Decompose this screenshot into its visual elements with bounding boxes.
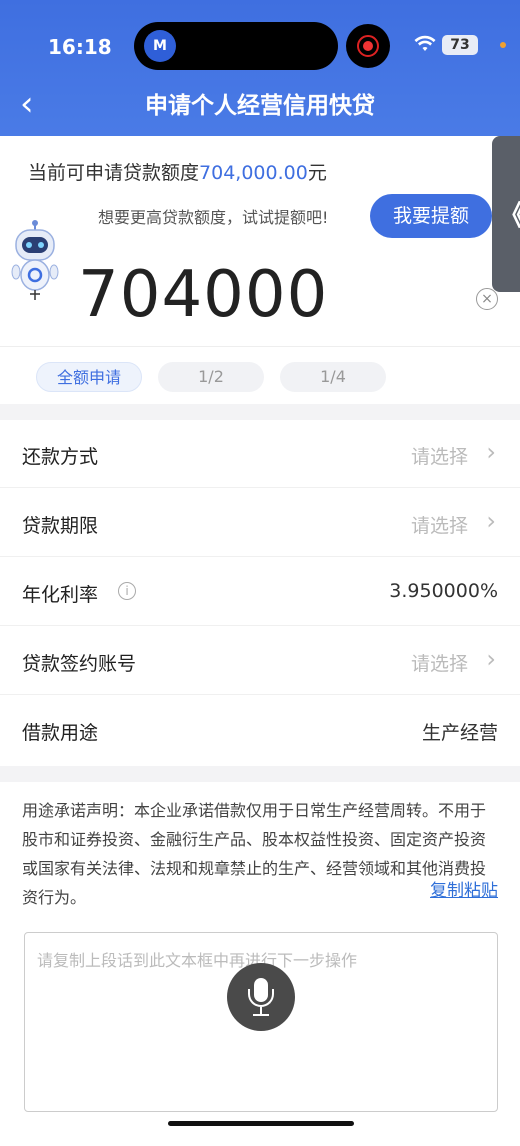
record-icon (357, 35, 379, 57)
amount-card: 当前可申请贷款额度704,000.00元 想要更高贷款额度，试试提额吧! 我要提… (0, 136, 520, 404)
nav-bar: ‹ 申请个人经营信用快贷 (0, 78, 520, 136)
screen-record-indicator (346, 24, 390, 68)
repayment-method-row[interactable]: 还款方式 请选择 › (0, 420, 520, 488)
row-label: 还款方式 (22, 446, 99, 468)
loan-purpose-row: 借款用途 生产经营 (0, 696, 520, 764)
textarea-placeholder: 请复制上段话到此文本框中再进行下一步操作 (37, 951, 358, 970)
divider (0, 346, 520, 347)
chip-quarter[interactable]: 1/4 (280, 362, 386, 392)
privacy-dot (500, 42, 506, 48)
limit-prefix: 当前可申请贷款额度 (28, 162, 200, 184)
row-label: 借款用途 (22, 722, 99, 744)
microphone-icon[interactable] (227, 963, 295, 1031)
raise-hint: 想要更高贷款额度，试试提额吧! (98, 208, 329, 227)
annual-rate-row: 年化利率 i 3.950000% (0, 558, 520, 626)
battery-indicator: 73 (442, 35, 478, 55)
chevron-right-icon: › (486, 438, 496, 466)
limit-suffix: 元 (307, 162, 327, 184)
row-label: 年化利率 (22, 584, 99, 606)
loan-term-row[interactable]: 贷款期限 请选择 › (0, 489, 520, 557)
status-time: 16:18 (48, 35, 112, 59)
copy-paste-link[interactable]: 复制粘贴 (430, 876, 498, 901)
row-value: 3.950000% (389, 580, 498, 602)
chevron-right-icon: › (486, 645, 496, 673)
limit-amount: 704,000.00 (199, 162, 308, 184)
page-title: 申请个人经营信用快贷 (145, 93, 375, 119)
row-value: 生产经营 (421, 722, 498, 744)
row-value: 请选择 (410, 653, 468, 675)
loan-amount-input[interactable]: 704000 (78, 258, 328, 332)
dynamic-island: M (134, 22, 338, 70)
row-label: 贷款期限 (22, 515, 99, 537)
purpose-statement-card: 用途承诺声明：本企业承诺借款仅用于日常生产经营周转。不用于股市和证券投资、金融衍… (0, 782, 520, 1146)
row-label: 贷款签约账号 (22, 653, 137, 675)
wifi-icon (414, 34, 436, 58)
chip-full-amount[interactable]: 全额申请 (36, 362, 142, 392)
row-value: 请选择 (410, 515, 468, 537)
statement-textarea[interactable]: 请复制上段话到此文本框中再进行下一步操作 (24, 932, 498, 1112)
side-drawer-tab[interactable]: 《 (492, 136, 520, 292)
purpose-statement: 用途承诺声明：本企业承诺借款仅用于日常生产经营周转。不用于股市和证券投资、金融衍… (22, 801, 487, 907)
chevron-right-icon: › (486, 507, 496, 535)
info-icon[interactable]: i (118, 582, 136, 600)
robot-mascot-icon (10, 220, 60, 302)
app-icon: M (144, 30, 176, 62)
clear-icon[interactable]: × (476, 288, 498, 310)
header-bar: 16:18 M 73 ‹ 申请个人经营信用快贷 (0, 0, 520, 136)
available-limit: 当前可申请贷款额度704,000.00元 (28, 158, 327, 185)
back-icon[interactable]: ‹ (20, 82, 60, 126)
loan-form: 还款方式 请选择 › 贷款期限 请选择 › 年化利率 i 3.950000% 贷… (0, 420, 520, 766)
signing-account-row[interactable]: 贷款签约账号 请选择 › (0, 627, 520, 695)
home-indicator (168, 1121, 354, 1126)
drawer-chevron-icon: 《 (498, 194, 520, 234)
raise-limit-button[interactable]: 我要提额 (370, 194, 492, 238)
status-bar: 16:18 M 73 (0, 0, 520, 88)
row-value: 请选择 (410, 446, 468, 468)
chip-half[interactable]: 1/2 (158, 362, 264, 392)
